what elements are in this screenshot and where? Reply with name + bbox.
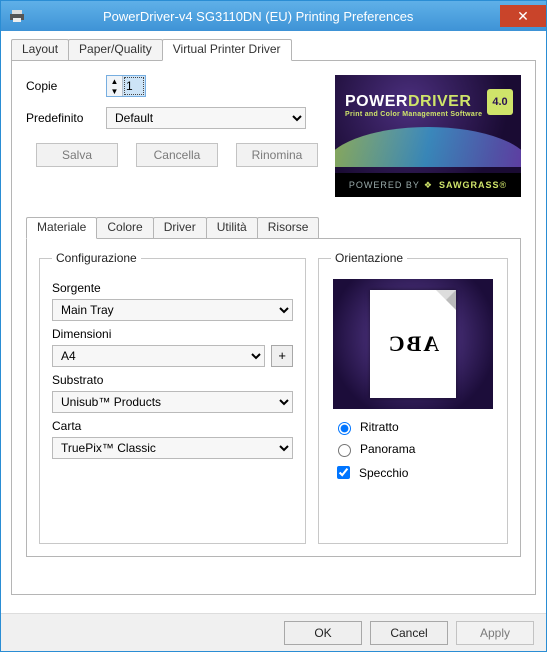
cancel-button[interactable]: Cancel <box>370 621 448 645</box>
mirror-checkbox[interactable] <box>337 466 350 479</box>
brand-logo: POWERDRIVER Print and Color Management S… <box>335 75 521 197</box>
close-icon: ✕ <box>517 8 529 25</box>
dialog-button-bar: OK Cancel Apply <box>1 613 546 651</box>
size-select[interactable]: A4 <box>52 345 265 367</box>
tab-risorse[interactable]: Risorse <box>257 217 320 238</box>
content-area: Layout Paper/Quality Virtual Printer Dri… <box>1 31 546 613</box>
brand-vendor: SAWGRASS <box>439 180 500 190</box>
preset-label: Predefinito <box>26 111 106 125</box>
spinner-down-icon[interactable]: ▼ <box>107 86 122 96</box>
copies-input[interactable] <box>123 76 145 96</box>
substrate-select[interactable]: Unisub™ Products <box>52 391 293 413</box>
config-group: Configurazione Sorgente Main Tray Dimens… <box>39 251 306 544</box>
paper-select[interactable]: TruePix™ Classic <box>52 437 293 459</box>
titlebar: PowerDriver-v4 SG3110DN (EU) Printing Pr… <box>1 1 546 31</box>
source-select[interactable]: Main Tray <box>52 299 293 321</box>
powered-by-label: POWERED BY <box>349 180 420 190</box>
rename-button[interactable]: Rinomina <box>236 143 318 167</box>
dialog-window: PowerDriver-v4 SG3110DN (EU) Printing Pr… <box>0 0 547 652</box>
tab-colore[interactable]: Colore <box>96 217 153 238</box>
source-label: Sorgente <box>52 281 293 295</box>
portrait-radio[interactable] <box>338 422 351 435</box>
copies-label: Copie <box>26 79 106 93</box>
copies-spinner[interactable]: ▲ ▼ <box>106 75 146 97</box>
substrate-label: Substrato <box>52 373 293 387</box>
brand-tagline: Print and Color Management Software <box>345 111 482 118</box>
tab-paper-quality[interactable]: Paper/Quality <box>68 39 163 60</box>
landscape-label: Panorama <box>360 442 415 456</box>
orientation-legend: Orientazione <box>331 251 407 265</box>
delete-button[interactable]: Cancella <box>136 143 218 167</box>
paper-label: Carta <box>52 419 293 433</box>
printer-icon <box>9 8 25 24</box>
dogear-icon <box>436 290 456 310</box>
leaf-icon: ❖ <box>424 180 433 191</box>
orientation-preview: ABC <box>333 279 493 409</box>
inner-tabstrip: Materiale Colore Driver Utilità Risorse <box>26 217 521 239</box>
tab-virtual-printer-driver[interactable]: Virtual Printer Driver <box>162 39 292 61</box>
spinner-up-icon[interactable]: ▲ <box>107 76 122 86</box>
brand-version-badge: 4.0 <box>487 89 513 115</box>
page-preview: ABC <box>370 290 456 398</box>
add-size-button[interactable]: + <box>271 345 293 367</box>
landscape-radio[interactable] <box>338 444 351 457</box>
ok-button[interactable]: OK <box>284 621 362 645</box>
config-legend: Configurazione <box>52 251 141 265</box>
mirror-label: Specchio <box>359 466 408 480</box>
portrait-label: Ritratto <box>360 420 399 434</box>
tab-layout[interactable]: Layout <box>11 39 69 60</box>
brand-swoosh <box>335 127 521 167</box>
tab-utilita[interactable]: Utilità <box>206 217 258 238</box>
save-button[interactable]: Salva <box>36 143 118 167</box>
tab-driver[interactable]: Driver <box>153 217 207 238</box>
outer-tab-panel: Copie ▲ ▼ Predefinito Default <box>11 61 536 595</box>
outer-tabstrip: Layout Paper/Quality Virtual Printer Dri… <box>11 39 536 61</box>
window-title: PowerDriver-v4 SG3110DN (EU) Printing Pr… <box>33 9 500 24</box>
preset-select[interactable]: Default <box>106 107 306 129</box>
close-button[interactable]: ✕ <box>500 5 546 27</box>
orientation-group: Orientazione ABC Ritratto <box>318 251 508 544</box>
brand-name-b: DRIVER <box>408 93 471 110</box>
brand-name-a: POWER <box>345 93 408 110</box>
inner-tab-panel: Configurazione Sorgente Main Tray Dimens… <box>26 239 521 557</box>
tab-materiale[interactable]: Materiale <box>26 217 97 239</box>
apply-button[interactable]: Apply <box>456 621 534 645</box>
size-label: Dimensioni <box>52 327 293 341</box>
preview-abc: ABC <box>387 331 439 357</box>
